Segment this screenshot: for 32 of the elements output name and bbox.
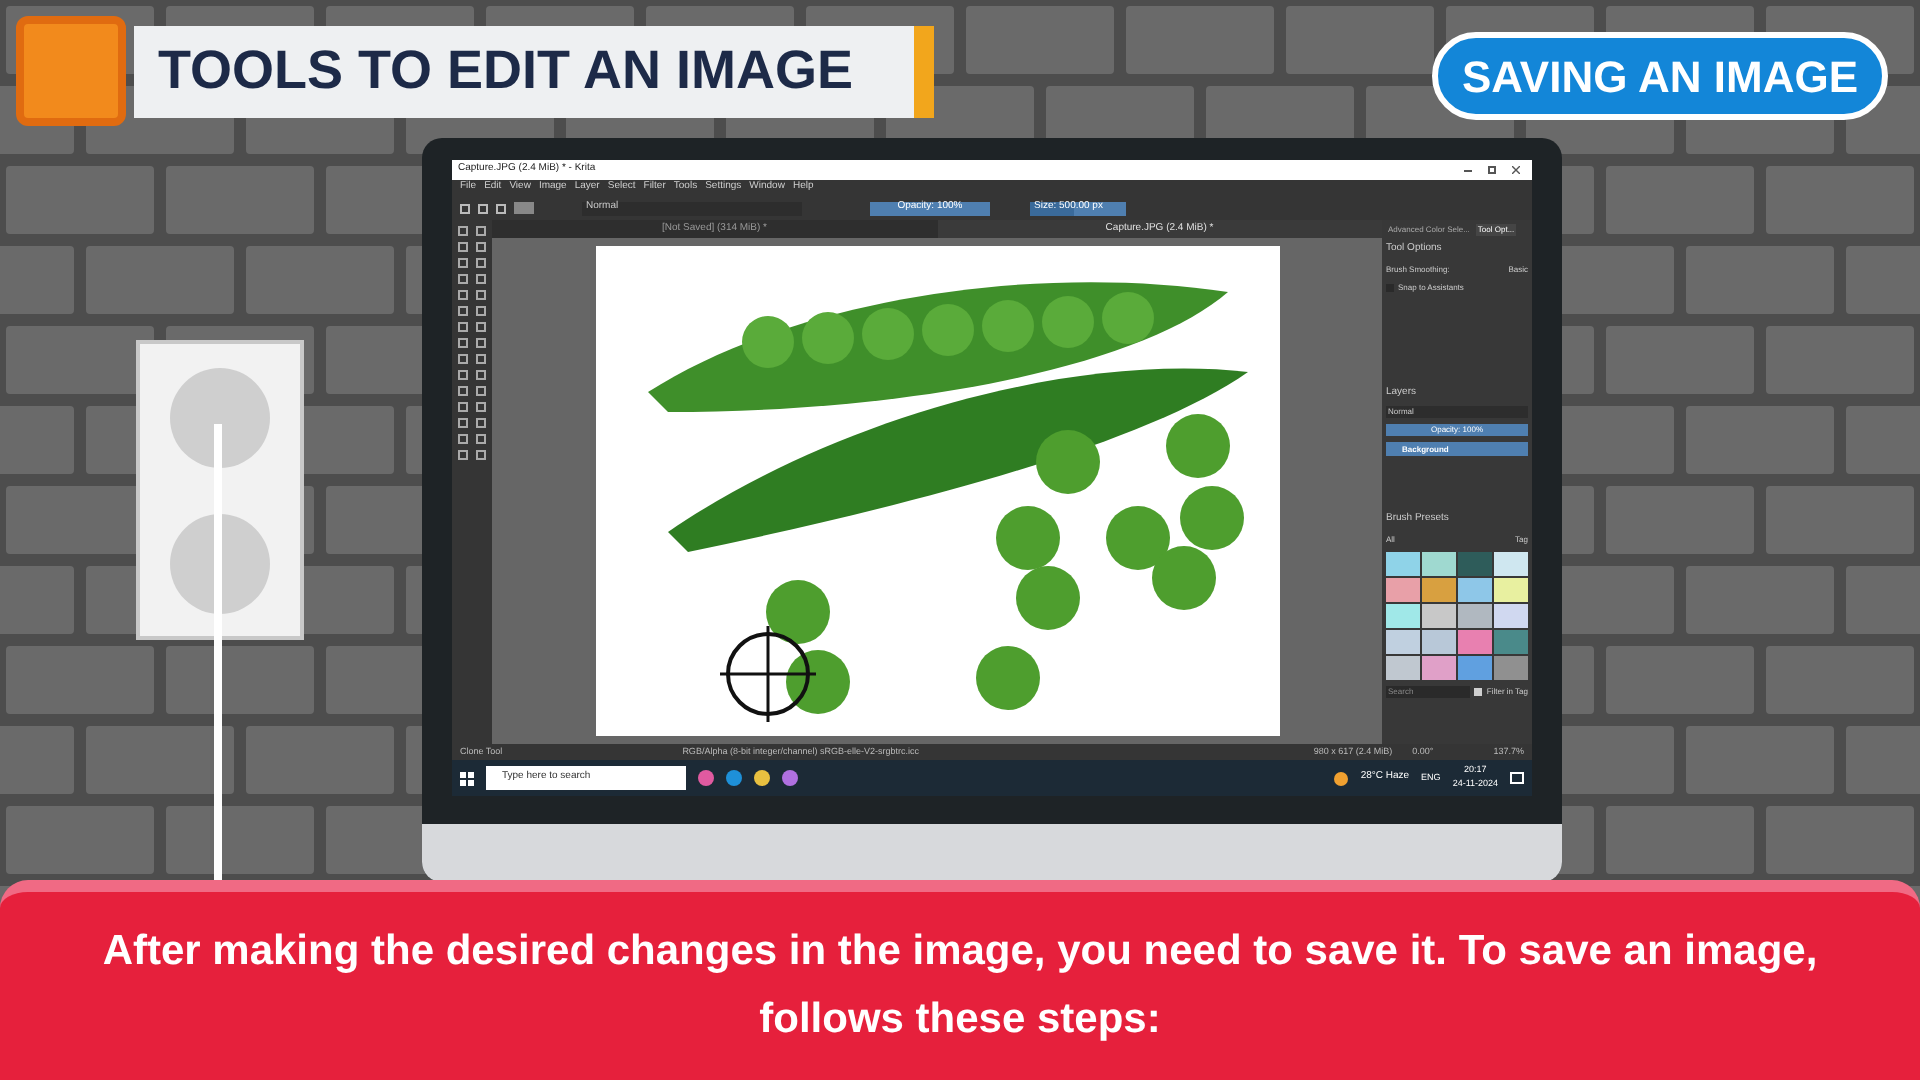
notification-icon[interactable]	[1510, 772, 1524, 784]
brush-preset-tile[interactable]	[1422, 551, 1456, 575]
minimize-icon[interactable]	[1464, 169, 1472, 171]
close-icon[interactable]	[1512, 166, 1520, 174]
brush-preset-tile[interactable]	[1386, 603, 1420, 627]
brush-preset-tile[interactable]	[1458, 577, 1492, 601]
brush-preset-tile[interactable]	[1458, 655, 1492, 679]
brush-preset-tile[interactable]	[1494, 629, 1528, 653]
brush-preset-tile[interactable]	[1422, 655, 1456, 679]
square-icon	[16, 16, 126, 126]
brush-preset-tile[interactable]	[1422, 603, 1456, 627]
title-banner: TOOLS TO EDIT AN IMAGE	[134, 25, 934, 117]
brush-preset-tile[interactable]	[1422, 577, 1456, 601]
section-badge: SAVING AN IMAGE	[1431, 32, 1888, 120]
start-icon[interactable]	[460, 771, 474, 785]
weather-icon[interactable]	[1334, 771, 1349, 785]
brush-preset-tile[interactable]	[1458, 629, 1492, 653]
brush-preset-tile[interactable]	[1494, 655, 1528, 679]
brush-preset-tile[interactable]	[1458, 603, 1492, 627]
crosshair-icon	[719, 626, 815, 722]
brush-preset-tile[interactable]	[1494, 551, 1528, 575]
checkbox[interactable]	[1474, 687, 1483, 695]
brush-preset-tile[interactable]	[1386, 577, 1420, 601]
caption-text: After making the desired changes in the image, you need to save it. To save an image, follows these steps:	[100, 926, 1820, 1046]
brush-preset-tile[interactable]	[1422, 629, 1456, 653]
brush-preset-tile[interactable]	[1458, 551, 1492, 575]
brush-preset-tile[interactable]	[1386, 655, 1420, 679]
brush-preset-tile[interactable]	[1494, 603, 1528, 627]
brush-preset-tile[interactable]	[1386, 629, 1420, 653]
brush-preset-tile[interactable]	[1386, 551, 1420, 575]
maximize-icon[interactable]	[1488, 166, 1496, 174]
brush-preset-tile[interactable]	[1494, 577, 1528, 601]
